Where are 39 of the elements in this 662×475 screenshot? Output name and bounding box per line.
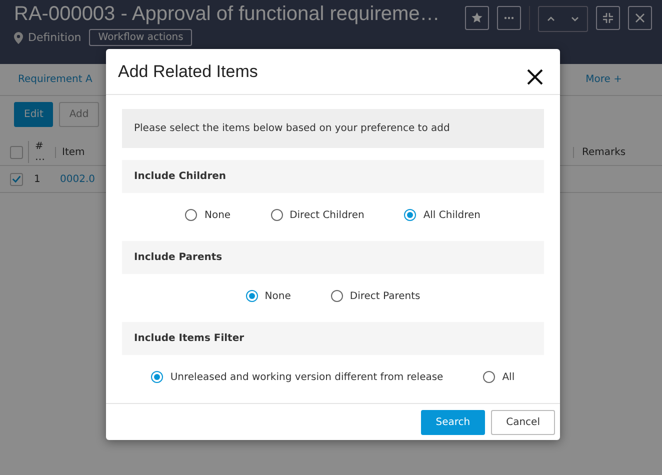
radio-label[interactable]: Unreleased and working version different from release — [170, 372, 444, 382]
collapse-icon — [602, 12, 614, 24]
radio-label[interactable]: None — [204, 210, 231, 220]
column-header: Item — [55, 146, 85, 158]
intro-text: Please select the items below based on your preference to add — [122, 109, 544, 148]
close-icon — [634, 12, 646, 24]
record-title: RA-000003 - Approval of functional requireme… — [14, 2, 440, 26]
checkbox[interactable] — [10, 172, 23, 186]
radio-button[interactable] — [330, 290, 343, 302]
radio-button[interactable] — [185, 209, 198, 221]
checkbox[interactable] — [10, 146, 23, 158]
location-pin-icon — [14, 32, 23, 44]
close-button[interactable] — [526, 68, 544, 86]
section-heading: Include Children — [122, 160, 544, 193]
radio-label[interactable]: Direct Parents — [350, 290, 420, 302]
cancel-button[interactable]: Cancel — [491, 410, 555, 434]
section-heading: Include Parents — [122, 241, 544, 274]
column-header: # … — [28, 141, 55, 163]
more-button[interactable] — [497, 6, 521, 30]
column-header: Remarks — [573, 146, 662, 158]
location-label: Definition — [28, 31, 82, 44]
close-icon — [526, 68, 544, 86]
workflow-actions-button[interactable]: Workflow actions — [89, 29, 192, 46]
radio-label[interactable]: All — [502, 372, 515, 382]
section-heading: Include Items Filter — [122, 322, 544, 355]
radio-button[interactable] — [404, 209, 416, 221]
radio-button[interactable] — [151, 371, 164, 383]
radio-button[interactable] — [270, 209, 283, 221]
radio-button[interactable] — [246, 290, 258, 302]
star-icon — [471, 12, 483, 24]
table-cell-text: 1 — [33, 174, 42, 184]
dialog-title: Add Related Items — [118, 62, 258, 82]
radio-label[interactable]: Direct Children — [290, 210, 364, 220]
star-button[interactable] — [465, 6, 489, 30]
radio-label[interactable]: All Children — [423, 210, 480, 220]
radio-label[interactable]: None — [264, 290, 291, 302]
radio-button[interactable] — [483, 371, 496, 383]
check-icon — [11, 173, 22, 185]
collapse-button[interactable] — [596, 6, 620, 30]
